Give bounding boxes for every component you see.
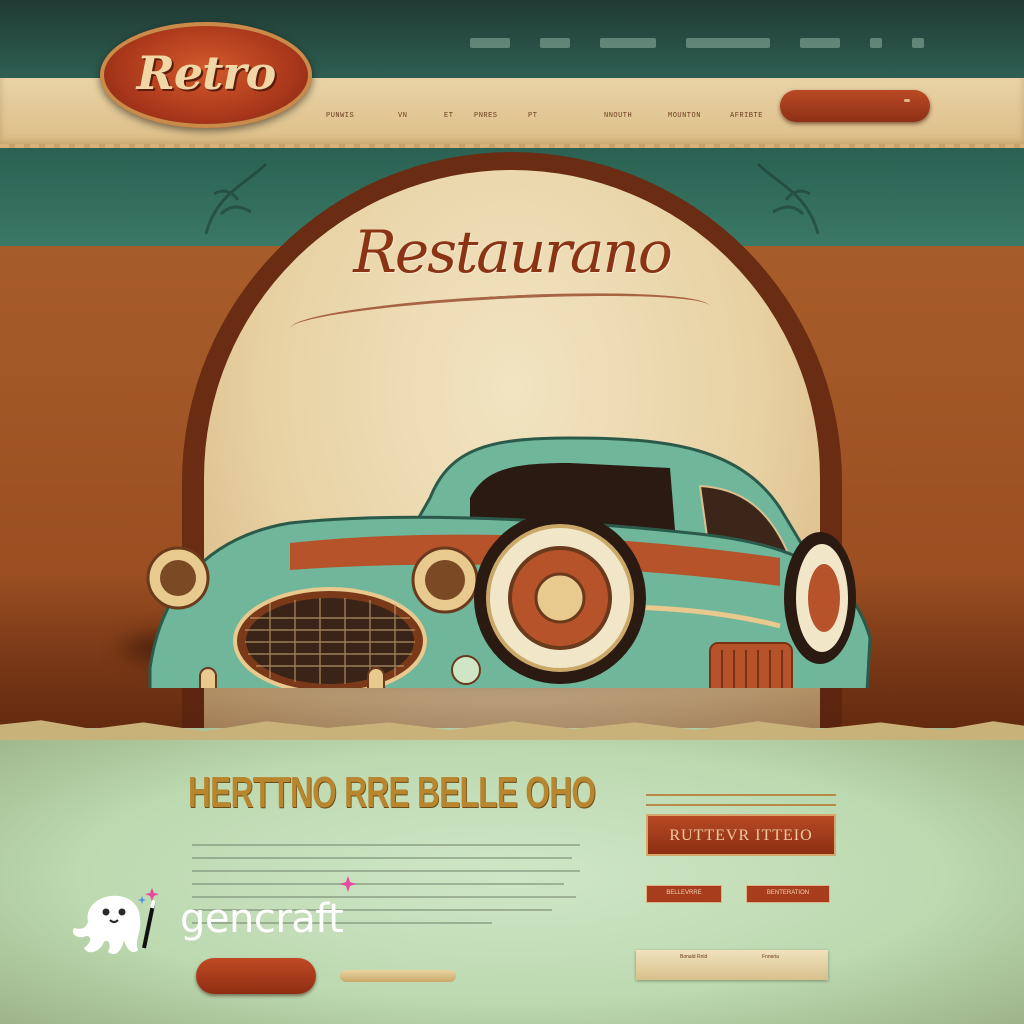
main-nav-item[interactable]: PUNWIS [326,112,398,120]
top-nav-item[interactable] [540,38,570,48]
main-nav-item[interactable]: PNRES [474,112,528,120]
decorative-rule [646,794,836,806]
text-line [192,844,580,846]
top-nav-item[interactable] [600,38,656,48]
top-nav-item[interactable] [686,38,770,48]
sparkle-icon [340,876,356,892]
top-nav [470,38,924,48]
main-nav-item[interactable]: AFRIBTE [730,112,780,120]
top-nav-item[interactable] [912,38,924,48]
main-nav: PUNWIS VN ET PNRES PT NNOUTH MOUNTON AFR… [326,112,780,120]
main-nav-item[interactable]: PT [528,112,604,120]
main-nav-item[interactable]: NNOUTH [604,112,668,120]
watermark-text: gencraft [180,896,344,942]
main-nav-item[interactable]: ET [444,112,474,120]
text-line [192,857,572,859]
logo[interactable]: Retro [100,22,312,128]
tag-chip-label: BENTERATION [766,890,810,896]
page: PUNWIS VN ET PNRES PT NNOUTH MOUNTON AFR… [0,0,1024,1024]
header-cta-button[interactable] [780,90,930,122]
logo-text: Retro [136,46,277,100]
rear-wheel [784,532,856,664]
secondary-button[interactable] [340,970,456,982]
info-card-left-text: Bonald Rnld [680,954,708,960]
text-line [192,870,580,872]
top-nav-item[interactable] [800,38,840,48]
top-nav-item[interactable] [870,38,882,48]
info-card[interactable]: Bonald Rnld Fnneria [636,950,828,980]
feature-badge[interactable]: RUTTEVR ITTEIO [646,814,836,856]
hero-title: Restaurano [353,218,673,286]
tag-chip[interactable]: BENTERATION [746,885,830,903]
feature-badge-label: RUTTEVR ITTEIO [669,827,813,844]
main-nav-item[interactable]: VN [398,112,444,120]
main-nav-item[interactable]: MOUNTON [668,112,730,120]
section-headline: HERTTNO RRE BELLE OHO [188,768,596,817]
octopus-logo-icon [72,888,159,955]
front-wheel [474,512,646,684]
gencraft-watermark: gencraft [68,876,368,960]
tag-chip-label: BELLEVRRE [666,890,702,896]
info-card-right-text: Fnneria [762,954,779,960]
top-nav-item[interactable] [470,38,510,48]
tag-chip[interactable]: BELLEVRRE [646,885,722,903]
cta-arrow-icon [904,99,910,102]
hero-section: Restaurano [0,148,1024,792]
primary-button[interactable] [196,958,316,994]
